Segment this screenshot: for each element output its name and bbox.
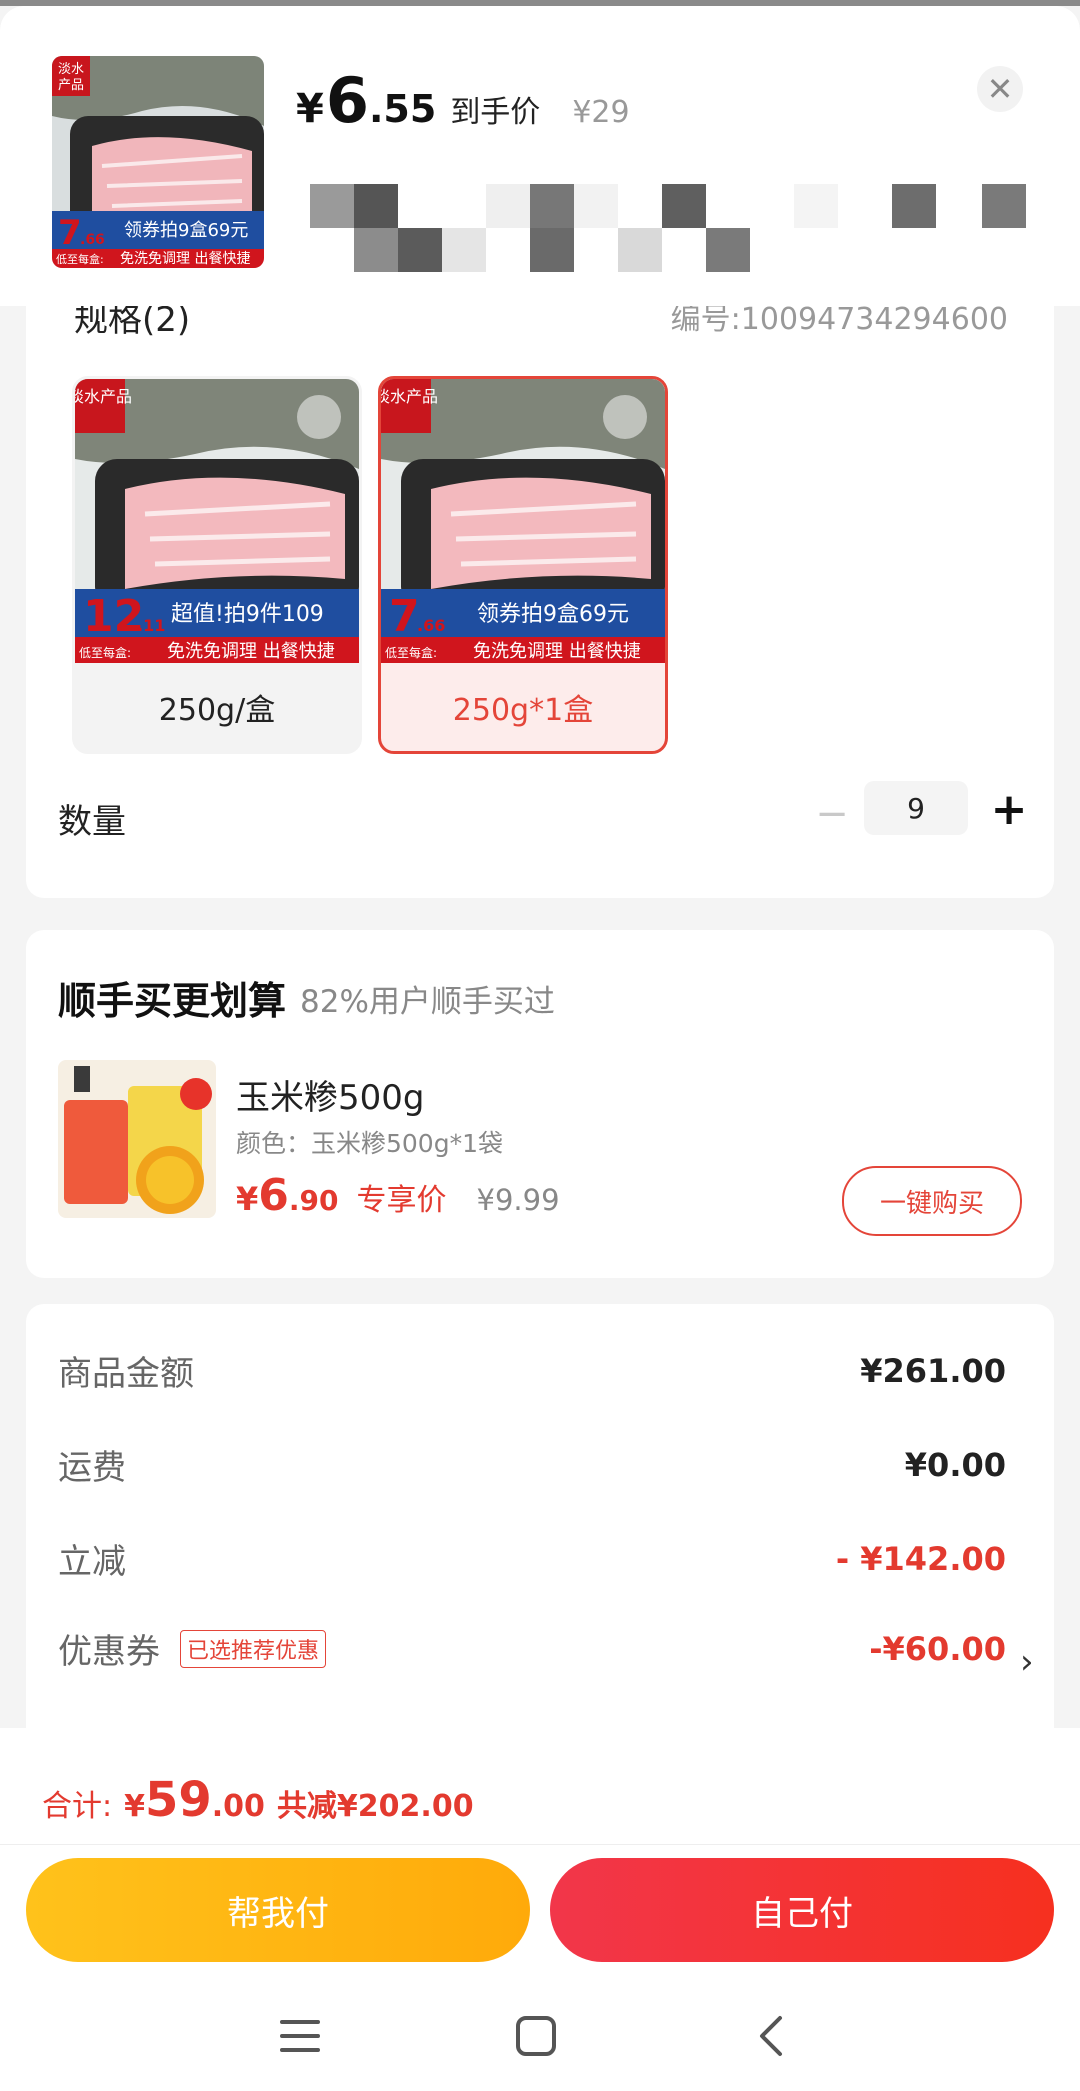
spec-option-250g-box[interactable]: 淡水产品 12 .11 超值!拍9件109 免洗免调理 出餐快捷 低至每盒: 2… <box>72 376 362 754</box>
summary-label: 优惠券 <box>58 1632 160 1672</box>
summary-value: ¥0.00 <box>904 1446 1006 1484</box>
svg-text:.66: .66 <box>417 616 445 635</box>
svg-text:免洗免调理 出餐快捷: 免洗免调理 出餐快捷 <box>473 641 641 662</box>
summary-label: 运费 <box>58 1448 126 1488</box>
spec-option-label: 250g*1盒 <box>452 693 594 728</box>
total-price: 合计: ¥ 59 .00 共减¥202.00 <box>42 1772 474 1828</box>
quantity-label: 数量 <box>58 802 126 842</box>
svg-text:7: 7 <box>58 213 82 253</box>
price-currency: ¥ <box>296 86 324 132</box>
upsell-card: 顺手买更划算 82%用户顺手买过 玉米糁500g 颜色：玉米糁500g*1袋 ¥… <box>26 930 1054 1278</box>
upsell-product-image[interactable] <box>58 1060 216 1218</box>
spec-option-250g-1box[interactable]: 淡水产品 7 .66 领券拍9盒69元 免洗免调理 出餐快捷 低至每盒: 250… <box>378 376 668 754</box>
spec-card: 规格(2) 编号:10094734294600 淡水产品 12 .11 超值!拍… <box>26 246 1054 898</box>
upsell-subtitle: 82%用户顺手买过 <box>300 984 555 1020</box>
coupon-badge: 已选推荐优惠 <box>180 1630 327 1668</box>
divider <box>0 1844 1080 1845</box>
quantity-minus-button[interactable]: − <box>810 794 854 838</box>
back-icon[interactable] <box>742 2006 802 2066</box>
svg-text:领券拍9盒69元: 领券拍9盒69元 <box>124 220 248 241</box>
svg-text:低至每盒:: 低至每盒: <box>56 252 104 266</box>
summary-row-goods-amount: 商品金额 ¥261.00 <box>58 1346 1006 1402</box>
original-price: ¥29 <box>572 95 630 130</box>
pay-myself-button[interactable]: 自己付 <box>550 1858 1054 1962</box>
upsell-product-attribute: 颜色：玉米糁500g*1袋 <box>236 1129 503 1158</box>
sheet-header: 淡水 产品 7 .66 领券拍9盒69元 免洗免调理 出餐快捷 低至每盒: ¥ … <box>0 6 1080 306</box>
summary-value: - ¥142.00 <box>835 1540 1006 1578</box>
svg-text:免洗免调理 出餐快捷: 免洗免调理 出餐快捷 <box>167 641 335 662</box>
spec-option-label: 250g/盒 <box>158 693 276 728</box>
upsell-original-price: ¥9.99 <box>476 1183 560 1217</box>
upsell-price: ¥ 6 .90 专享价 ¥9.99 <box>236 1170 560 1221</box>
total-saved: 共减¥202.00 <box>276 1789 474 1824</box>
svg-text:免洗免调理 出餐快捷: 免洗免调理 出餐快捷 <box>120 251 250 267</box>
svg-text:超值!拍9件109: 超值!拍9件109 <box>171 602 324 627</box>
close-button[interactable]: ✕ <box>977 66 1023 112</box>
svg-text:领券拍9盒69元: 领券拍9盒69元 <box>477 602 629 627</box>
price-integer: 6 <box>325 64 369 137</box>
summary-row-coupon[interactable]: 优惠券 已选推荐优惠 -¥60.00 <box>58 1624 1006 1680</box>
chevron-right-icon[interactable]: › <box>1020 1642 1034 1682</box>
upsell-product-name[interactable]: 玉米糁500g <box>236 1070 424 1119</box>
product-thumbnail: 淡水 产品 7 .66 领券拍9盒69元 免洗免调理 出餐快捷 低至每盒: <box>52 56 264 268</box>
price-decimal: .55 <box>368 87 437 131</box>
total-label: 合计: <box>42 1789 113 1824</box>
price-label: 到手价 <box>450 95 541 130</box>
spec-option-image: 淡水产品 7 .66 领券拍9盒69元 免洗免调理 出餐快捷 低至每盒: <box>381 379 665 663</box>
svg-text:低至每盒:: 低至每盒: <box>79 645 131 660</box>
svg-text:淡水产品: 淡水产品 <box>381 387 438 406</box>
quantity-plus-button[interactable]: + <box>986 788 1032 834</box>
upsell-price-currency: ¥ <box>236 1180 259 1218</box>
summary-value: ¥261.00 <box>860 1352 1006 1390</box>
menu-icon[interactable] <box>270 2006 330 2066</box>
summary-row-instant-discount: 立减 - ¥142.00 <box>58 1534 1006 1590</box>
total-decimal: .00 <box>211 1789 265 1824</box>
upsell-price-integer: 6 <box>258 1170 289 1221</box>
purchase-sheet: 淡水 产品 7 .66 领券拍9盒69元 免洗免调理 出餐快捷 低至每盒: ¥ … <box>0 6 1080 2091</box>
upsell-price-decimal: .90 <box>288 1184 339 1217</box>
price-summary-card: 商品金额 ¥261.00 运费 ¥0.00 立减 - ¥142.00 优惠券 已… <box>26 1304 1054 1764</box>
summary-label: 立减 <box>58 1542 126 1582</box>
svg-text:产品: 产品 <box>58 78 84 93</box>
summary-label: 商品金额 <box>58 1354 194 1394</box>
upsell-price-tag: 专享价 <box>356 1183 447 1218</box>
total-integer: 59 <box>144 1772 212 1828</box>
summary-value: -¥60.00 <box>869 1630 1006 1668</box>
spec-option-image: 淡水产品 12 .11 超值!拍9件109 免洗免调理 出餐快捷 低至每盒: <box>75 379 359 663</box>
quantity-input[interactable]: 9 <box>864 781 968 835</box>
svg-text:淡水: 淡水 <box>58 62 84 77</box>
close-icon: ✕ <box>986 70 1014 108</box>
help-me-pay-button[interactable]: 帮我付 <box>26 1858 530 1962</box>
home-icon[interactable] <box>506 2006 566 2066</box>
svg-text:7: 7 <box>389 591 420 642</box>
one-click-buy-button[interactable]: 一键购买 <box>842 1166 1022 1236</box>
svg-text:.66: .66 <box>80 232 105 248</box>
upsell-title: 顺手买更划算 <box>58 979 287 1023</box>
svg-text:12: 12 <box>83 591 144 642</box>
total-currency: ¥ <box>124 1789 145 1824</box>
svg-text:低至每盒:: 低至每盒: <box>385 645 437 660</box>
checkout-footer: 合计: ¥ 59 .00 共减¥202.00 帮我付 自己付 <box>0 1728 1080 2091</box>
summary-row-shipping: 运费 ¥0.00 <box>58 1440 1006 1496</box>
svg-text:淡水产品: 淡水产品 <box>75 387 132 406</box>
svg-text:.11: .11 <box>137 616 165 635</box>
final-price: ¥ 6 .55 到手价 ¥29 <box>296 64 630 144</box>
